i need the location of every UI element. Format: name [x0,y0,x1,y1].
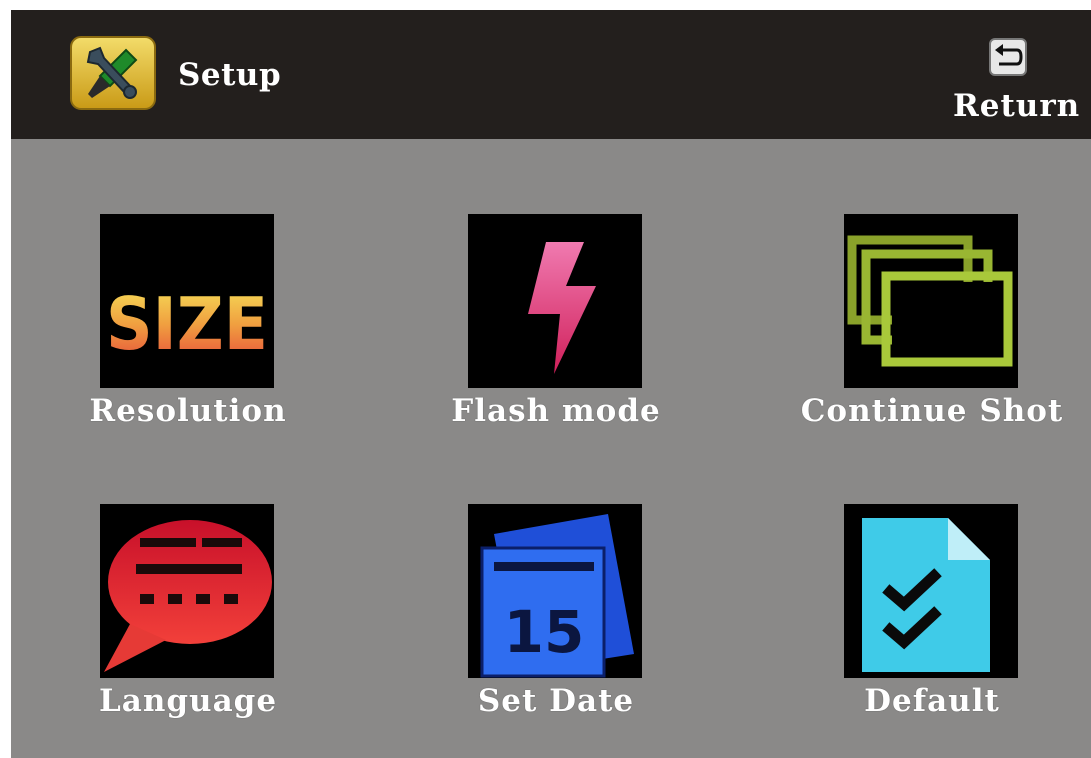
checklist-document-icon [844,504,1018,678]
menu-item-default[interactable]: Default [792,504,1072,734]
stacked-frames-icon [844,214,1018,388]
tools-icon [70,36,156,110]
size-icon: SIZE [100,214,274,388]
menu-item-label: Flash mode [451,393,661,429]
setup-screen: Setup Return SIZE Resolution Flash mode … [11,10,1091,758]
return-arrow-icon [989,38,1027,76]
menu-item-flash-mode[interactable]: Flash mode [416,214,696,444]
size-icon-text: SIZE [106,282,268,366]
return-button[interactable]: Return [947,38,1083,128]
menu-item-label: Set Date [477,683,635,719]
menu-item-label: Language [98,683,278,719]
flash-icon [468,214,642,388]
menu-item-label: Default [864,683,1000,719]
page-title: Setup [178,57,282,93]
menu-item-language[interactable]: Language [48,504,328,734]
menu-item-label: Continue Shot [800,393,1064,429]
menu-item-label: Resolution [89,393,287,429]
menu-item-continue-shot[interactable]: Continue Shot [792,214,1072,444]
header-bar: Setup Return [11,10,1091,139]
speech-bubble-icon [100,504,274,678]
calendar-icon: 15 [468,504,642,678]
return-label: Return [953,88,1081,124]
menu-item-resolution[interactable]: SIZE Resolution [48,214,328,444]
calendar-date-text: 15 [504,598,585,666]
menu-item-set-date[interactable]: 15 Set Date [416,504,696,734]
